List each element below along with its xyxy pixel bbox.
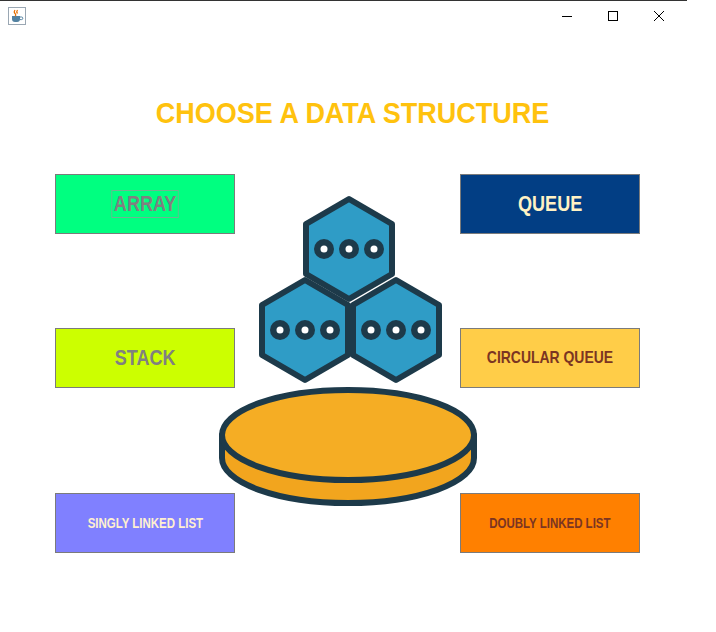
structure-button[interactable]: CIRCULAR QUEUE bbox=[460, 328, 640, 388]
close-button[interactable] bbox=[636, 1, 682, 31]
hexagon-icon bbox=[306, 199, 392, 299]
structure-button[interactable]: ARRAY bbox=[55, 174, 235, 234]
data-structure-illustration bbox=[221, 174, 477, 553]
choice-board: ARRAY QUEUE STACK CIRCULAR QUEUE SINGLY LINK… bbox=[0, 174, 687, 553]
hexagon-icon bbox=[353, 280, 439, 380]
database-disc-icon bbox=[222, 390, 474, 503]
structure-button[interactable]: SINGLY LINKED LIST bbox=[55, 493, 235, 553]
structure-button[interactable]: DOUBLY LINKED LIST bbox=[460, 493, 640, 553]
java-icon bbox=[8, 7, 26, 25]
structure-button[interactable]: QUEUE bbox=[460, 174, 640, 234]
maximize-button[interactable] bbox=[590, 1, 636, 31]
structure-button[interactable]: STACK bbox=[55, 328, 235, 388]
minimize-icon bbox=[561, 10, 573, 22]
close-icon bbox=[653, 10, 665, 22]
heading: CHOOSE A DATA STRUCTURE bbox=[0, 95, 687, 131]
hexagon-icon bbox=[262, 280, 348, 380]
maximize-icon bbox=[607, 10, 619, 22]
title-bar bbox=[0, 0, 687, 31]
window: CHOOSE A DATA STRUCTURE ARRAY QUEUE STACK CI… bbox=[0, 0, 687, 632]
minimize-button[interactable] bbox=[544, 1, 590, 31]
